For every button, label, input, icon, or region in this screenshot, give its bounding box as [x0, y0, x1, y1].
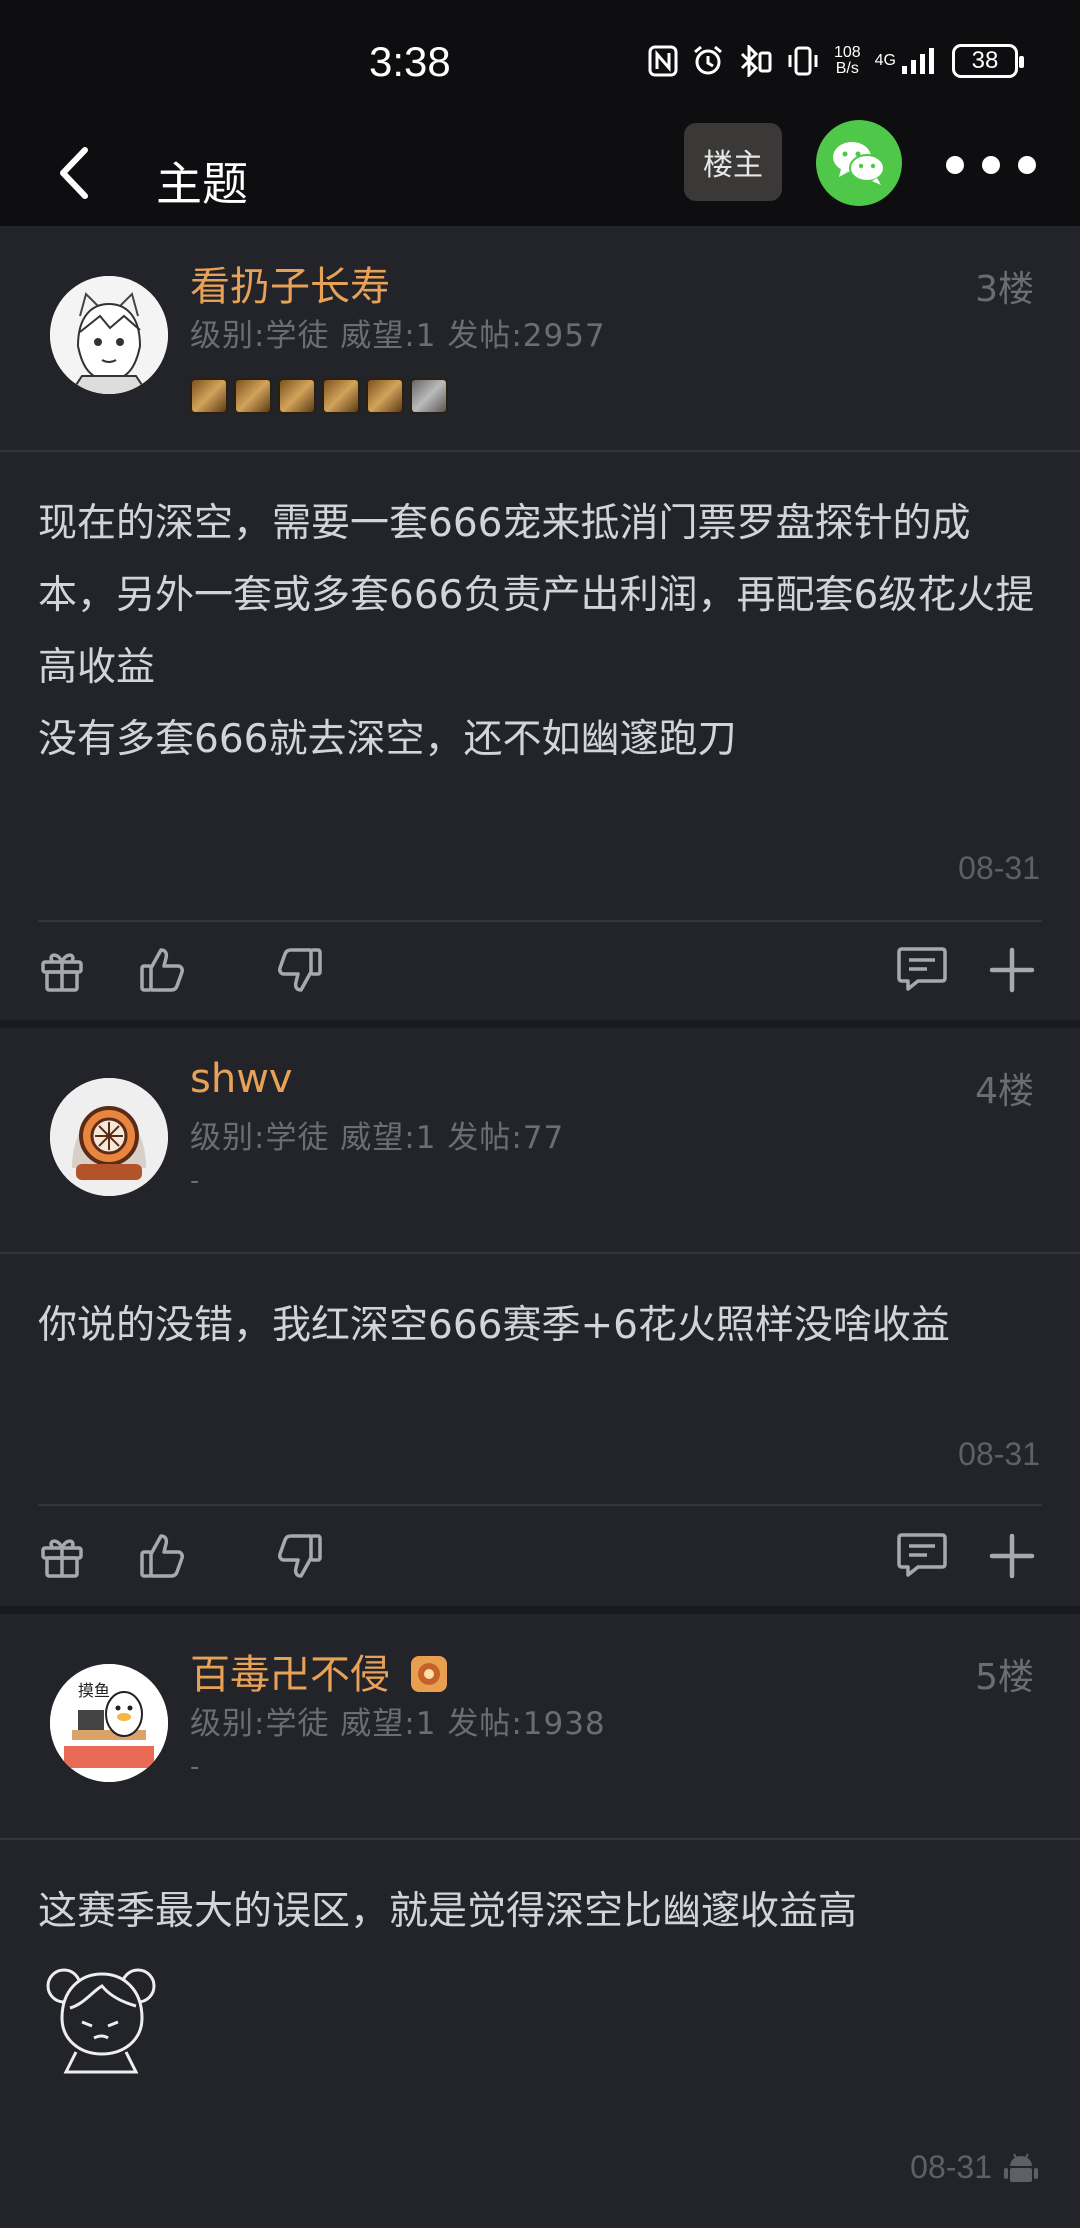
- chevron-left-icon: [60, 147, 88, 199]
- comment-button[interactable]: [894, 942, 950, 998]
- add-button[interactable]: [984, 1528, 1040, 1584]
- page-title: 主题: [156, 157, 248, 211]
- avatar[interactable]: [50, 276, 168, 394]
- comment-button[interactable]: [894, 1528, 950, 1584]
- divider: [0, 1838, 1080, 1840]
- user-signature: -: [190, 1166, 200, 1196]
- post-date-text: 08-31: [910, 2148, 992, 2185]
- post-floor-3: 看扔子长寿 级别:学徒 威望:1 发帖:2957 3楼 现在的深空，需要一套66…: [0, 226, 1080, 1020]
- post-header: 摸鱼 百毒卍不侵 级别:学徒 威望:1 发帖:1938 5楼 -: [0, 1614, 1080, 1838]
- anime-avatar-image: [50, 276, 168, 394]
- post-date: 08-31: [910, 2148, 1040, 2186]
- post-header: shwv 级别:学徒 威望:1 发帖:77 4楼 -: [0, 1028, 1080, 1252]
- user-meta: 级别:学徒 威望:1 发帖:77: [190, 1120, 565, 1156]
- floor-number: 4楼: [975, 1071, 1034, 1112]
- floor-number: 3楼: [975, 269, 1034, 310]
- dislike-button[interactable]: [270, 942, 326, 998]
- thumbs-down-icon: [278, 948, 322, 992]
- plus-icon: [989, 947, 1035, 993]
- like-button[interactable]: [136, 1528, 192, 1584]
- thumbs-up-icon: [140, 1534, 184, 1578]
- medal-icon: [410, 1656, 447, 1692]
- post-content: 你说的没错，我红深空666赛季+6花火照样没啥收益: [38, 1303, 950, 1348]
- user-meta: 级别:学徒 威望:1 发帖:1938: [190, 1706, 606, 1742]
- wechat-share-button[interactable]: [816, 120, 902, 206]
- medal-icon: [234, 378, 272, 414]
- net-speed-unit: B/s: [835, 60, 859, 77]
- net-speed: 108 B/s: [834, 45, 861, 77]
- dot-icon: [1018, 156, 1036, 174]
- post-content: 这赛季最大的误区，就是觉得深空比幽邃收益高: [38, 1889, 858, 1934]
- post-date: 08-31: [958, 1436, 1040, 1472]
- network-type: 4G: [874, 52, 896, 69]
- post-content: 现在的深空，需要一套666宠来抵消门票罗盘探针的成本，另外一套或多套666负责产…: [38, 501, 1035, 762]
- vibrate-icon: [786, 45, 820, 77]
- like-button[interactable]: [136, 942, 192, 998]
- battery-indicator: 38: [952, 44, 1024, 78]
- avatar[interactable]: 摸鱼: [50, 1664, 168, 1782]
- net-speed-value: 108: [833, 44, 861, 61]
- username-text: 百毒卍不侵: [190, 1652, 390, 1698]
- back-button[interactable]: [40, 138, 110, 208]
- thumbs-down-icon: [278, 1534, 322, 1578]
- more-options-button[interactable]: [946, 150, 1036, 180]
- avatar[interactable]: [50, 1078, 168, 1196]
- divider: [38, 1504, 1042, 1506]
- wechat-icon: [833, 142, 885, 185]
- post-floor-4: shwv 级别:学徒 威望:1 发帖:77 4楼 - 你说的没错，我红深空666…: [0, 1028, 1080, 1612]
- user-meta: 级别:学徒 威望:1 发帖:2957: [190, 318, 606, 354]
- post-separator: [0, 1606, 1080, 1614]
- username[interactable]: shwv: [190, 1056, 293, 1102]
- add-button[interactable]: [984, 942, 1040, 998]
- slacking-duck-avatar-image: 摸鱼: [50, 1664, 168, 1782]
- username[interactable]: 看扔子长寿: [190, 254, 390, 312]
- dot-icon: [982, 156, 1000, 174]
- diving-helmet-avatar-image: [50, 1078, 168, 1196]
- plus-icon: [989, 1533, 1035, 1579]
- sticker-image: [36, 1956, 166, 2076]
- post-date: 08-31: [958, 850, 1040, 886]
- medal-icon: [366, 378, 404, 414]
- app-bar: 主题 楼主: [0, 120, 1080, 226]
- user-signature: -: [190, 1752, 200, 1782]
- username[interactable]: 百毒卍不侵: [190, 1642, 449, 1700]
- floor-number: 5楼: [975, 1657, 1034, 1698]
- gift-button[interactable]: [34, 1528, 90, 1584]
- divider: [38, 920, 1042, 922]
- comment-icon: [897, 1533, 947, 1577]
- post-header: 看扔子长寿 级别:学徒 威望:1 发帖:2957 3楼: [0, 226, 1080, 450]
- medal-icon: [278, 378, 316, 414]
- dislike-button[interactable]: [270, 1528, 326, 1584]
- alarm-icon: [692, 45, 724, 77]
- medal-icon: [322, 378, 360, 414]
- signal-icon: 4G: [875, 46, 938, 76]
- svg-text:摸鱼: 摸鱼: [78, 1681, 110, 1700]
- divider: [0, 450, 1080, 452]
- medal-badges[interactable]: [190, 378, 448, 414]
- op-only-button[interactable]: 楼主: [684, 123, 782, 201]
- medal-icon: [190, 378, 228, 414]
- divider: [0, 1252, 1080, 1254]
- comment-icon: [897, 947, 947, 991]
- bluetooth-icon: [738, 45, 772, 77]
- gift-button[interactable]: [34, 942, 90, 998]
- status-time: 3:38: [369, 38, 451, 85]
- gift-icon: [41, 1539, 83, 1578]
- status-icons: 108 B/s 4G 38: [648, 44, 1024, 78]
- thumbs-up-icon: [140, 948, 184, 992]
- gift-icon: [41, 953, 83, 992]
- dot-icon: [946, 156, 964, 174]
- nfc-icon: [648, 45, 678, 77]
- android-icon: [1004, 2153, 1038, 2182]
- medal-icon: [410, 378, 448, 414]
- post-separator: [0, 1020, 1080, 1028]
- post-floor-5: 摸鱼 百毒卍不侵 级别:学徒 威望:1 发帖:1938 5楼 - 这赛季最大的误…: [0, 1614, 1080, 2228]
- status-bar: 3:38 108 B/s 4G 38: [0, 0, 1080, 120]
